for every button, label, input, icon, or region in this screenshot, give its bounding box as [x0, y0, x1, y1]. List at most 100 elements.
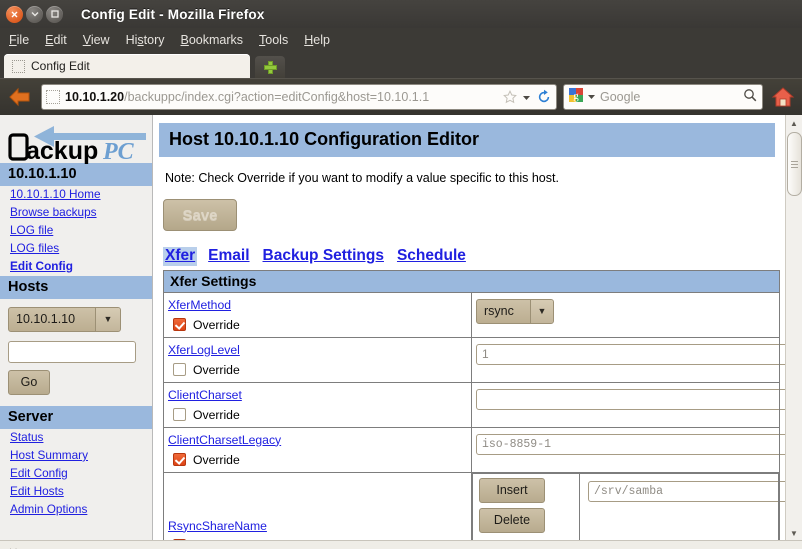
override-label: Override — [193, 362, 240, 377]
sidebar-item-admin-options[interactable]: Admin Options — [0, 501, 152, 519]
sidebar-item-log-file[interactable]: LOG file — [0, 222, 152, 240]
override-group-xfermethod[interactable]: Override — [173, 318, 467, 332]
host-select[interactable]: 10.10.1.10 ▼ — [8, 306, 121, 332]
sidebar-item-status[interactable]: Status — [0, 429, 152, 447]
tab-xfer[interactable]: Xfer — [163, 247, 198, 266]
override-group-clientcharsetlegacy[interactable]: Override — [173, 453, 467, 467]
note-text: Note: Check Override if you want to modi… — [165, 171, 559, 185]
table-row: XferLogLevel Override 1 — [163, 336, 785, 383]
chevron-down-icon: ▼ — [95, 307, 120, 331]
magnifier-icon[interactable] — [743, 88, 757, 107]
window-minimize-button[interactable] — [26, 5, 43, 23]
sidebar-item-edit-config[interactable]: Edit Config — [0, 258, 152, 276]
google-icon: g — [569, 87, 583, 107]
xferloglevel-input[interactable]: 1 — [476, 343, 785, 365]
menu-bookmarks[interactable]: Bookmarks — [180, 31, 245, 49]
new-tab-button[interactable] — [255, 56, 285, 78]
svg-text:PC: PC — [102, 139, 135, 165]
table-row: RsyncShareName Override Insert Delete — [163, 471, 785, 540]
save-button[interactable]: Save — [163, 199, 237, 231]
window-maximize-button[interactable] — [46, 5, 63, 23]
backuppc-logo: ackup PC — [0, 115, 152, 165]
sidebar-server-links: Status Host Summary Edit Config Edit Hos… — [0, 429, 152, 519]
row-value-cell-clientcharset — [471, 381, 785, 428]
tab-bar: Config Edit — [0, 52, 802, 78]
row-name-cell-rsyncsharename: RsyncShareName Override — [163, 471, 472, 540]
svg-text:g: g — [573, 90, 579, 102]
search-bar[interactable]: g Google — [563, 84, 763, 110]
search-dropdown-icon[interactable] — [587, 88, 596, 106]
row-name-cell-xfermethod: XferMethod Override — [163, 291, 472, 338]
close-icon — [11, 11, 18, 17]
xfermethod-select[interactable]: rsync ▼ — [476, 298, 554, 324]
reload-icon[interactable] — [536, 89, 552, 105]
scrollbar-thumb[interactable] — [787, 132, 802, 196]
override-group-clientcharset[interactable]: Override — [173, 408, 467, 422]
plus-icon — [263, 60, 277, 74]
rsyncsharename-list-table: Insert Delete /srv/samba Insert — [472, 472, 785, 540]
override-group-rsyncsharename[interactable]: Override — [173, 539, 467, 540]
override-checkbox-clientcharsetlegacy[interactable] — [173, 453, 186, 467]
menu-file[interactable]: File — [8, 31, 30, 49]
clientcharset-input[interactable] — [476, 388, 785, 410]
override-checkbox-rsyncsharename[interactable] — [173, 539, 186, 540]
back-arrow-icon — [9, 87, 30, 107]
config-editor-content: Host 10.10.1.10 Configuration Editor Not… — [153, 115, 785, 540]
tab-backup-settings[interactable]: Backup Settings — [261, 247, 386, 266]
url-path: /backuppc/index.cgi?action=editConfig&ho… — [124, 90, 430, 104]
config-link-xfermethod[interactable]: XferMethod — [168, 298, 231, 312]
config-link-rsyncsharename[interactable]: RsyncShareName — [168, 519, 267, 533]
url-dropdown-icon[interactable] — [522, 93, 531, 102]
url-text: 10.10.1.20/backuppc/index.cgi?action=edi… — [65, 90, 498, 104]
window-title: Config Edit - Mozilla Firefox — [81, 6, 265, 22]
bookmark-star-icon[interactable] — [503, 90, 517, 104]
section-header: Xfer Settings — [163, 269, 780, 293]
config-link-clientcharset[interactable]: ClientCharset — [168, 388, 242, 402]
config-link-xferloglevel[interactable]: XferLogLevel — [168, 343, 240, 357]
scroll-up-button[interactable]: ▲ — [787, 116, 801, 130]
menu-help[interactable]: Help — [303, 31, 331, 49]
delete-button[interactable]: Delete — [479, 507, 545, 533]
sidebar-item-server-edit-config[interactable]: Edit Config — [0, 465, 152, 483]
sidebar-item-browse-backups[interactable]: Browse backups — [0, 204, 152, 222]
svg-text:ackup: ackup — [26, 137, 98, 165]
override-label: Override — [193, 317, 240, 332]
home-button[interactable] — [769, 86, 797, 108]
menu-history[interactable]: History — [125, 31, 166, 49]
config-tab-list: Xfer Email Backup Settings Schedule — [163, 247, 775, 266]
page-title: Host 10.10.1.10 Configuration Editor — [159, 123, 775, 157]
chevron-down-icon: ▼ — [530, 299, 553, 323]
menu-edit[interactable]: Edit — [44, 31, 68, 49]
page-scrollbar[interactable]: ▲ ▼ — [785, 115, 802, 540]
scroll-down-button[interactable]: ▼ — [787, 526, 801, 540]
sidebar-item-edit-hosts[interactable]: Edit Hosts — [0, 483, 152, 501]
url-bar[interactable]: 10.10.1.20/backuppc/index.cgi?action=edi… — [41, 84, 557, 110]
menu-tools[interactable]: Tools — [258, 31, 289, 49]
sidebar-item-host-summary[interactable]: Host Summary — [0, 447, 152, 465]
insert-button[interactable]: Insert — [479, 477, 545, 503]
backuppc-sidebar: ackup PC 10.10.1.10 10.10.1.10 Home Brow… — [0, 115, 153, 540]
sidebar-host-links: 10.10.1.10 Home Browse backups LOG file … — [0, 186, 152, 276]
sidebar-item-host-home[interactable]: 10.10.1.10 Home — [0, 186, 152, 204]
go-button[interactable]: Go — [8, 369, 50, 395]
rsyncsharename-input-0[interactable]: /srv/samba — [588, 480, 785, 502]
sidebar-item-log-files[interactable]: LOG files — [0, 240, 152, 258]
override-checkbox-clientcharset[interactable] — [173, 408, 186, 422]
menu-view[interactable]: View — [82, 31, 111, 49]
clientcharsetlegacy-input[interactable]: iso-8859-1 — [476, 433, 785, 455]
config-link-clientcharsetlegacy[interactable]: ClientCharsetLegacy — [168, 433, 281, 447]
back-button[interactable] — [5, 83, 35, 111]
host-search-input[interactable] — [8, 340, 136, 363]
row-value-cell-xfermethod: rsync ▼ — [471, 291, 780, 338]
override-group-xferloglevel[interactable]: Override — [173, 363, 467, 377]
override-checkbox-xfermethod[interactable] — [173, 318, 186, 332]
tab-email[interactable]: Email — [206, 247, 251, 266]
override-checkbox-xferloglevel[interactable] — [173, 363, 186, 377]
browser-tab-config-edit[interactable]: Config Edit — [4, 54, 250, 78]
scrollbar-track[interactable] — [787, 130, 802, 526]
tab-schedule[interactable]: Schedule — [395, 247, 468, 266]
window-close-button[interactable] — [6, 5, 23, 23]
search-input[interactable]: Google — [600, 90, 739, 104]
square-icon — [50, 10, 59, 18]
page-content-area: ackup PC 10.10.1.10 10.10.1.10 Home Brow… — [0, 115, 802, 540]
